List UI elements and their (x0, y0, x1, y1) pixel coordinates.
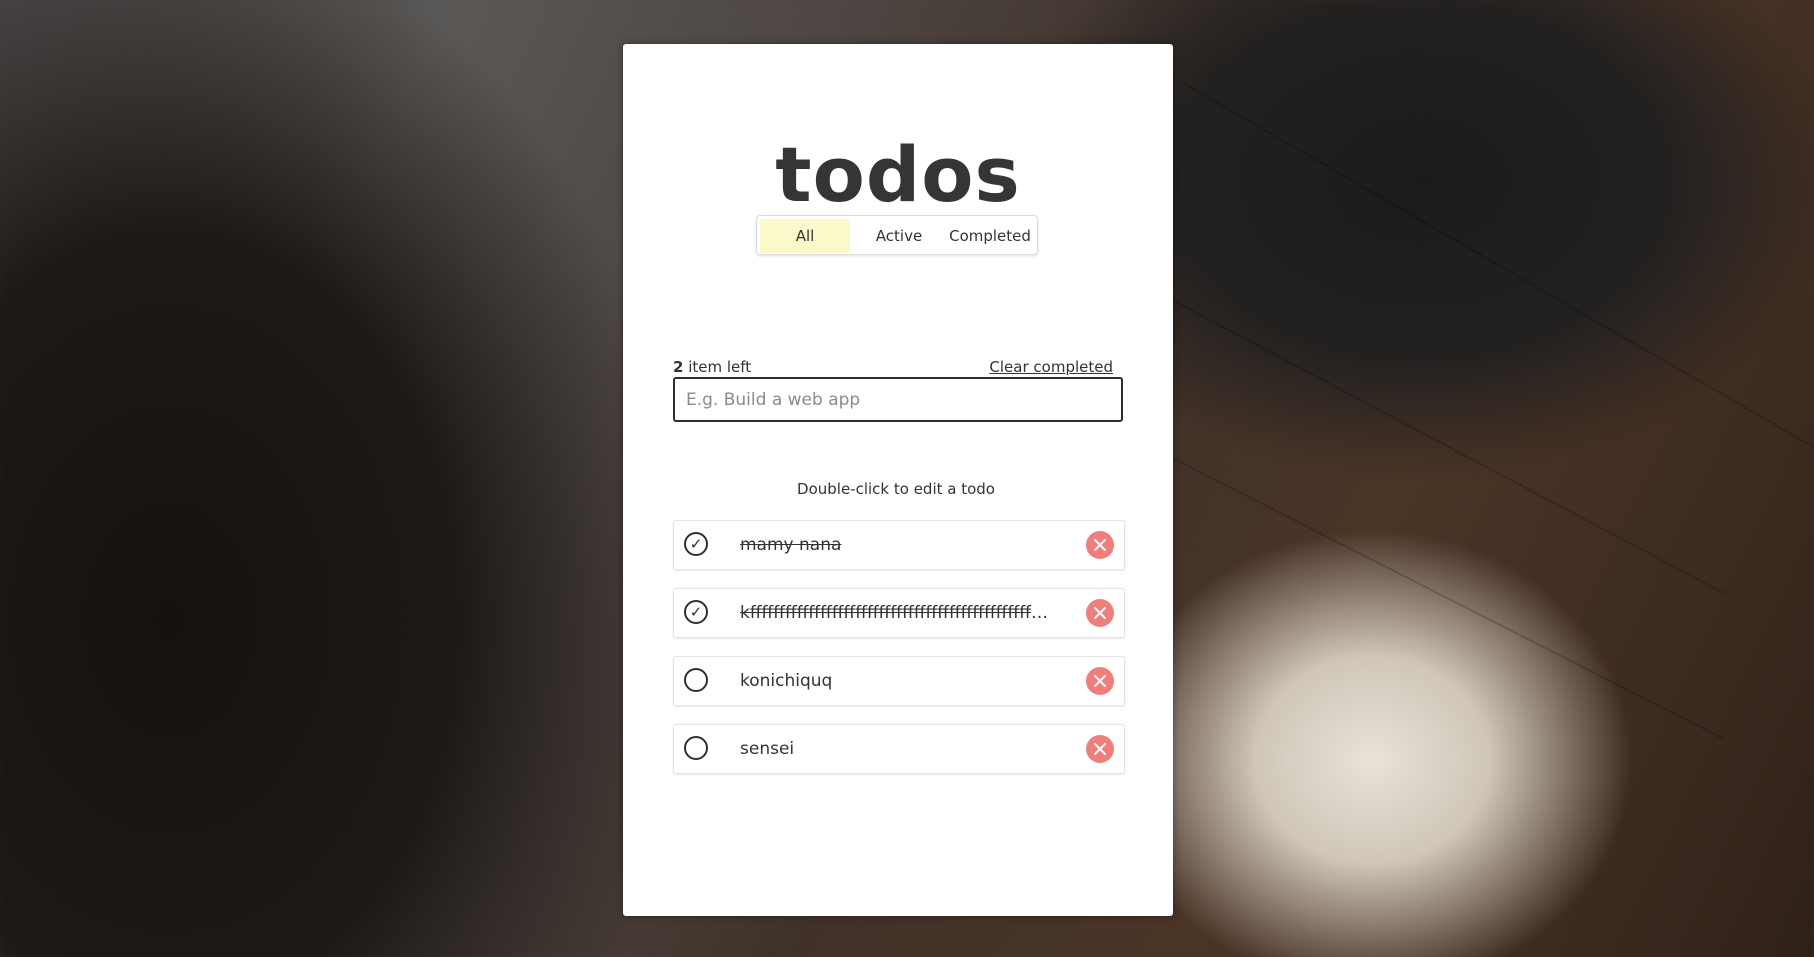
toggle-checkbox[interactable] (684, 736, 708, 760)
toggle-checkbox[interactable] (684, 668, 708, 692)
items-left-count: 2 (673, 358, 684, 376)
filter-all[interactable]: All (760, 219, 850, 253)
toggle-checkbox[interactable]: ✓ (684, 532, 708, 556)
new-todo-input[interactable] (673, 377, 1123, 422)
edit-hint: Double-click to edit a todo (797, 480, 995, 498)
items-left-label: item left (688, 358, 752, 376)
todo-item[interactable]: konichiquq (673, 656, 1125, 706)
background-plank (1099, 420, 1724, 740)
todo-item[interactable]: ✓ kfffffffffffffffffffffffffffffffffffff… (673, 588, 1125, 638)
todo-label[interactable]: kfffffffffffffffffffffffffffffffffffffff… (740, 589, 1058, 637)
clear-completed-button[interactable]: Clear completed (989, 358, 1113, 376)
filter-bar: All Active Completed (756, 215, 1038, 255)
items-left-counter: 2 item left (673, 358, 751, 376)
todo-item[interactable]: ✓ mamy nana (673, 520, 1125, 570)
todo-label[interactable]: sensei (740, 725, 1058, 773)
todo-label[interactable]: konichiquq (740, 657, 1058, 705)
background-plank (1179, 80, 1814, 482)
app-title: todos (775, 130, 1021, 219)
todo-label[interactable]: mamy nana (740, 521, 1058, 569)
todo-item[interactable]: sensei (673, 724, 1125, 774)
filter-active[interactable]: Active (855, 219, 943, 253)
close-circle-icon[interactable] (1086, 735, 1114, 763)
close-circle-icon[interactable] (1086, 599, 1114, 627)
filter-completed[interactable]: Completed (945, 219, 1035, 253)
close-circle-icon[interactable] (1086, 667, 1114, 695)
toggle-checkbox[interactable]: ✓ (684, 600, 708, 624)
todo-app-card: todos All Active Completed 2 item left C… (623, 44, 1173, 916)
close-circle-icon[interactable] (1086, 531, 1114, 559)
